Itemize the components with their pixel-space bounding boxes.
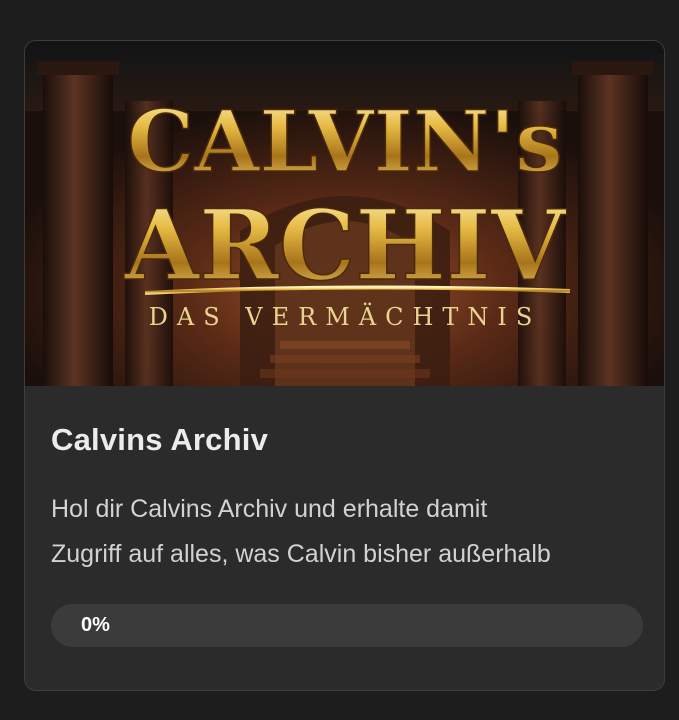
banner-logo-subtitle: DAS VERMÄCHTNIS — [149, 302, 542, 331]
course-title[interactable]: Calvins Archiv — [51, 422, 268, 458]
course-progress-bar: 0% — [51, 604, 643, 647]
banner-logo-line2: ARCHIV — [124, 189, 567, 302]
course-description: Hol dir Calvins Archiv und erhalte damit… — [51, 487, 647, 577]
course-description-line1: Hol dir Calvins Archiv und erhalte damit — [51, 495, 488, 523]
course-banner-image[interactable]: CALVIN's ARCHIV DAS VERMÄCHTNIS — [25, 41, 664, 386]
progress-label: 0% — [81, 614, 110, 636]
course-description-line2: Zugriff auf alles, was Calvin bisher auß… — [51, 540, 551, 568]
banner-logo-line1: CALVIN's — [127, 92, 562, 191]
course-card[interactable]: CALVIN's ARCHIV DAS VERMÄCHTNIS Calvins … — [24, 40, 665, 691]
